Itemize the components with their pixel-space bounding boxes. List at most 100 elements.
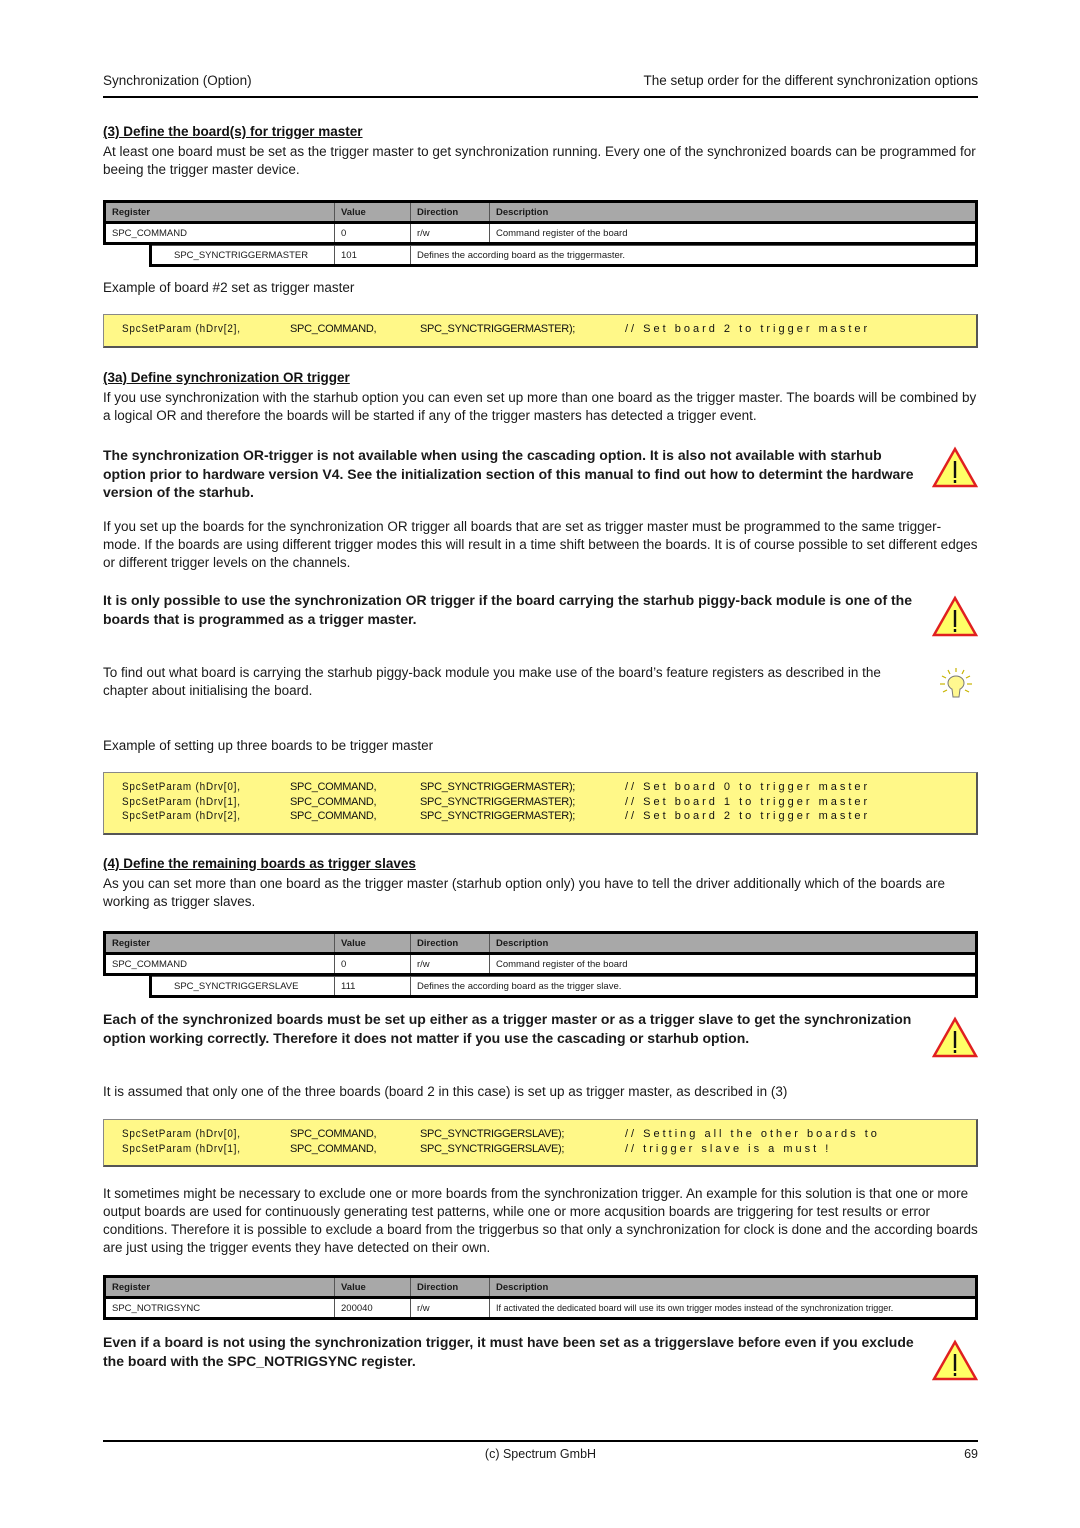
code-line: SpcSetParam (hDrv[0], SPC_COMMAND, SPC_SYN…	[122, 1127, 958, 1142]
code-value: SPC_SYNCTRIGGERMASTER);	[420, 323, 576, 335]
table-row: SPC_COMMAND 0 r/w Command register of th…	[103, 222, 978, 245]
cell-value: 0	[334, 222, 411, 245]
tip-note: To find out what board is carrying the s…	[103, 664, 978, 700]
table-row: SPC_COMMAND 0 r/w Command register of th…	[103, 953, 978, 976]
example-label-3: It is assumed that only one of the three…	[103, 1083, 978, 1101]
code-register: SPC_COMMAND,	[290, 1128, 377, 1140]
code-comment: // trigger slave is a must !	[625, 1142, 832, 1155]
code-block: SpcSetParam (hDrv[0], SPC_COMMAND, SPC_SYN…	[103, 1119, 978, 1167]
table-row: SPC_NOTRIGSYNC 200040 r/w If activated t…	[103, 1297, 978, 1320]
lightbulb-icon	[940, 668, 972, 698]
cell-description: If activated the dedicated board will us…	[489, 1297, 978, 1320]
section-3a: (3a) Define synchronization OR trigger I…	[103, 370, 978, 425]
code-call: SpcSetParam (hDrv[0],	[122, 781, 241, 793]
col-register: Register	[103, 931, 335, 955]
code-call: SpcSetParam (hDrv[1],	[122, 795, 241, 808]
code-comment: // Set board 2 to trigger master	[625, 323, 871, 335]
code-register: SPC_COMMAND,	[290, 781, 377, 793]
cell-direction: r/w	[410, 1297, 490, 1320]
section-3a-title: (3a) Define synchronization OR trigger	[103, 370, 350, 385]
code-value: SPC_SYNCTRIGGERMASTER);	[420, 781, 576, 793]
code-register: SPC_COMMAND,	[290, 1142, 377, 1155]
page-number: 69	[964, 1447, 978, 1461]
col-direction: Direction	[410, 931, 490, 955]
cell-register: SPC_SYNCTRIGGERMASTER	[149, 245, 335, 267]
code-value: SPC_SYNCTRIGGERMASTER);	[420, 795, 576, 808]
warning-note-2: It is only possible to use the synchroni…	[103, 591, 978, 637]
warning-text: The synchronization OR-trigger is not av…	[103, 447, 914, 500]
paragraph: If you set up the boards for the synchro…	[103, 519, 978, 570]
register-table-slave: Register Value Direction Description SPC…	[103, 931, 978, 998]
page-header: Synchronization (Option) The setup order…	[103, 72, 978, 98]
example-caption: Example of board #2 set as trigger maste…	[103, 280, 355, 295]
code-comment: // Set board 2 to trigger master	[625, 810, 871, 822]
code-call: SpcSetParam (hDrv[2],	[122, 323, 241, 335]
cell-description: Defines the according board as the trigg…	[410, 245, 978, 267]
code-call: SpcSetParam (hDrv[2],	[122, 810, 241, 822]
warning-triangle-icon	[932, 446, 978, 488]
section-4-intro: As you can set more than one board as th…	[103, 876, 945, 909]
cell-description: Command register of the board	[489, 953, 978, 976]
section-3: (3) Define the board(s) for trigger mast…	[103, 124, 978, 179]
col-value: Value	[334, 1275, 411, 1299]
table-row: SPC_SYNCTRIGGERSLAVE 111 Defines the acc…	[149, 976, 978, 998]
code-value: SPC_SYNCTRIGGERSLAVE);	[420, 1128, 565, 1140]
cell-register: SPC_COMMAND	[103, 222, 335, 245]
section-4-para2: It sometimes might be necessary to exclu…	[103, 1185, 978, 1257]
col-value: Value	[334, 200, 411, 224]
col-description: Description	[489, 931, 978, 955]
paragraph: It sometimes might be necessary to exclu…	[103, 1186, 978, 1255]
code-value: SPC_SYNCTRIGGERMASTER);	[420, 810, 576, 822]
register-table-master: Register Value Direction Description SPC…	[103, 200, 978, 267]
section-3a-para2: If you set up the boards for the synchro…	[103, 518, 978, 572]
warning-text: Even if a board is not using the synchro…	[103, 1334, 914, 1369]
tip-text: To find out what board is carrying the s…	[103, 665, 881, 698]
col-description: Description	[489, 200, 978, 224]
code-line: SpcSetParam (hDrv[2], SPC_COMMAND, SPC_SYN…	[122, 322, 958, 337]
code-line: SpcSetParam (hDrv[1], SPC_COMMAND, SPC_SYN…	[122, 795, 958, 810]
col-direction: Direction	[410, 1275, 490, 1299]
code-register: SPC_COMMAND,	[290, 810, 377, 822]
col-register: Register	[103, 1275, 335, 1299]
code-block: SpcSetParam (hDrv[0], SPC_COMMAND, SPC_SYN…	[103, 772, 978, 835]
register-table-notrigsync: Register Value Direction Description SPC…	[103, 1275, 978, 1320]
col-description: Description	[489, 1275, 978, 1299]
example-label-2: Example of setting up three boards to be…	[103, 737, 978, 755]
warning-note-3: Each of the synchronized boards must be …	[103, 1010, 978, 1058]
code-block: SpcSetParam (hDrv[2], SPC_COMMAND, SPC_SYN…	[103, 314, 978, 348]
example-caption: It is assumed that only one of the three…	[103, 1084, 788, 1099]
header-section: The setup order for the different synchr…	[643, 73, 978, 88]
section-4-title: (4) Define the remaining boards as trigg…	[103, 856, 416, 871]
col-register: Register	[103, 200, 335, 224]
header-chapter: Synchronization (Option)	[103, 73, 252, 88]
cell-value: 111	[334, 976, 411, 998]
footer-copyright: (c) Spectrum GmbH	[484, 1447, 597, 1461]
cell-value: 200040	[334, 1297, 411, 1320]
section-3a-intro: If you use synchronization with the star…	[103, 390, 977, 423]
cell-register: SPC_NOTRIGSYNC	[103, 1297, 335, 1320]
cell-direction: r/w	[410, 953, 490, 976]
code-block-2: SpcSetParam (hDrv[0], SPC_COMMAND, SPC_SYN…	[103, 772, 978, 835]
warning-triangle-icon	[932, 1339, 978, 1381]
code-line: SpcSetParam (hDrv[1], SPC_COMMAND, SPC_SYN…	[122, 1142, 958, 1157]
code-call: SpcSetParam (hDrv[1],	[122, 1142, 241, 1155]
code-call: SpcSetParam (hDrv[0],	[122, 1128, 241, 1140]
col-value: Value	[334, 931, 411, 955]
cell-value: 0	[334, 953, 411, 976]
cell-register: SPC_COMMAND	[103, 953, 335, 976]
cell-description: Defines the according board as the trigg…	[410, 976, 978, 998]
table-row: SPC_SYNCTRIGGERMASTER 101 Defines the ac…	[149, 245, 978, 267]
code-register: SPC_COMMAND,	[290, 795, 377, 808]
col-direction: Direction	[410, 200, 490, 224]
code-line: SpcSetParam (hDrv[2], SPC_COMMAND, SPC_SYN…	[122, 809, 958, 824]
warning-triangle-icon	[932, 595, 978, 637]
code-comment: // Setting all the other boards to	[625, 1128, 880, 1140]
page-footer: (c) Spectrum GmbH 69	[103, 1440, 978, 1461]
code-comment: // Set board 1 to trigger master	[625, 795, 871, 808]
section-4: (4) Define the remaining boards as trigg…	[103, 856, 978, 911]
cell-value: 101	[334, 245, 411, 267]
code-comment: // Set board 0 to trigger master	[625, 781, 871, 793]
warning-text: It is only possible to use the synchroni…	[103, 592, 912, 627]
warning-note-4: Even if a board is not using the synchro…	[103, 1333, 978, 1381]
cell-register: SPC_SYNCTRIGGERSLAVE	[149, 976, 335, 998]
